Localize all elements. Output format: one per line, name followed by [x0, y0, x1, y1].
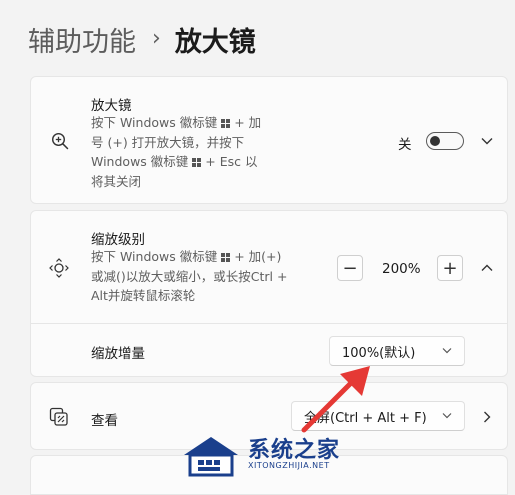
toggle-knob — [430, 135, 440, 146]
watermark-cn: 系统之家 — [248, 438, 341, 464]
magnifier-title: 放大镜 — [91, 98, 132, 114]
magnifier-description: 按下 Windows 徽标键 + 加 号 (+) 打开放大镜，并按下 Windo… — [91, 115, 262, 189]
windows-logo-icon — [221, 253, 231, 262]
zoom-in-button[interactable]: + — [437, 255, 463, 281]
breadcrumb-separator: › — [152, 26, 161, 51]
breadcrumb-parent[interactable]: 辅助功能 — [28, 20, 136, 59]
zoom-out-button[interactable]: − — [337, 255, 363, 281]
chevron-down-icon — [442, 348, 452, 354]
watermark: 系统之家 XITONGZHIJIA.NET — [180, 433, 340, 477]
view-label: 查看 — [91, 413, 118, 429]
chevron-down-icon — [442, 413, 452, 419]
watermark-text: 系统之家 XITONGZHIJIA.NET — [248, 439, 340, 470]
view-mode-icon — [49, 407, 68, 426]
chevron-up-icon[interactable] — [481, 264, 493, 272]
house-logo-icon — [184, 437, 238, 477]
zoom-in-icon — [51, 132, 69, 150]
zoom-level-value: 200% — [382, 261, 421, 277]
annotation-arrow-icon — [301, 366, 370, 433]
magnifier-card: 放大镜 按下 Windows 徽标键 + 加 号 (+) 打开放大镜，并按下 W… — [30, 76, 508, 204]
zoom-level-title: 缩放级别 — [91, 232, 145, 248]
magnifier-toggle[interactable] — [426, 132, 464, 150]
chevron-right-icon[interactable] — [483, 411, 491, 423]
magnifier-toggle-label: 关 — [398, 137, 412, 153]
page-title: 放大镜 — [174, 27, 256, 58]
zoom-increment-label: 缩放增量 — [91, 346, 145, 362]
zoom-level-card: 缩放级别 按下 Windows 徽标键 + 加(+) 或减()以放大或缩小，或长… — [30, 210, 508, 324]
windows-logo-icon — [192, 158, 202, 167]
breadcrumb: 辅助功能 › 放大镜 — [28, 20, 256, 59]
zoom-level-icon — [49, 258, 69, 278]
chevron-down-icon[interactable] — [481, 137, 493, 145]
windows-logo-icon — [221, 119, 231, 128]
zoom-increment-card: 缩放增量 100%(默认) — [30, 323, 508, 377]
zoom-level-description: 按下 Windows 徽标键 + 加(+) 或减()以放大或缩小，或长按Ctrl… — [91, 249, 288, 303]
watermark-en: XITONGZHIJIA.NET — [248, 461, 330, 471]
zoom-increment-value: 100%(默认) — [342, 345, 416, 361]
